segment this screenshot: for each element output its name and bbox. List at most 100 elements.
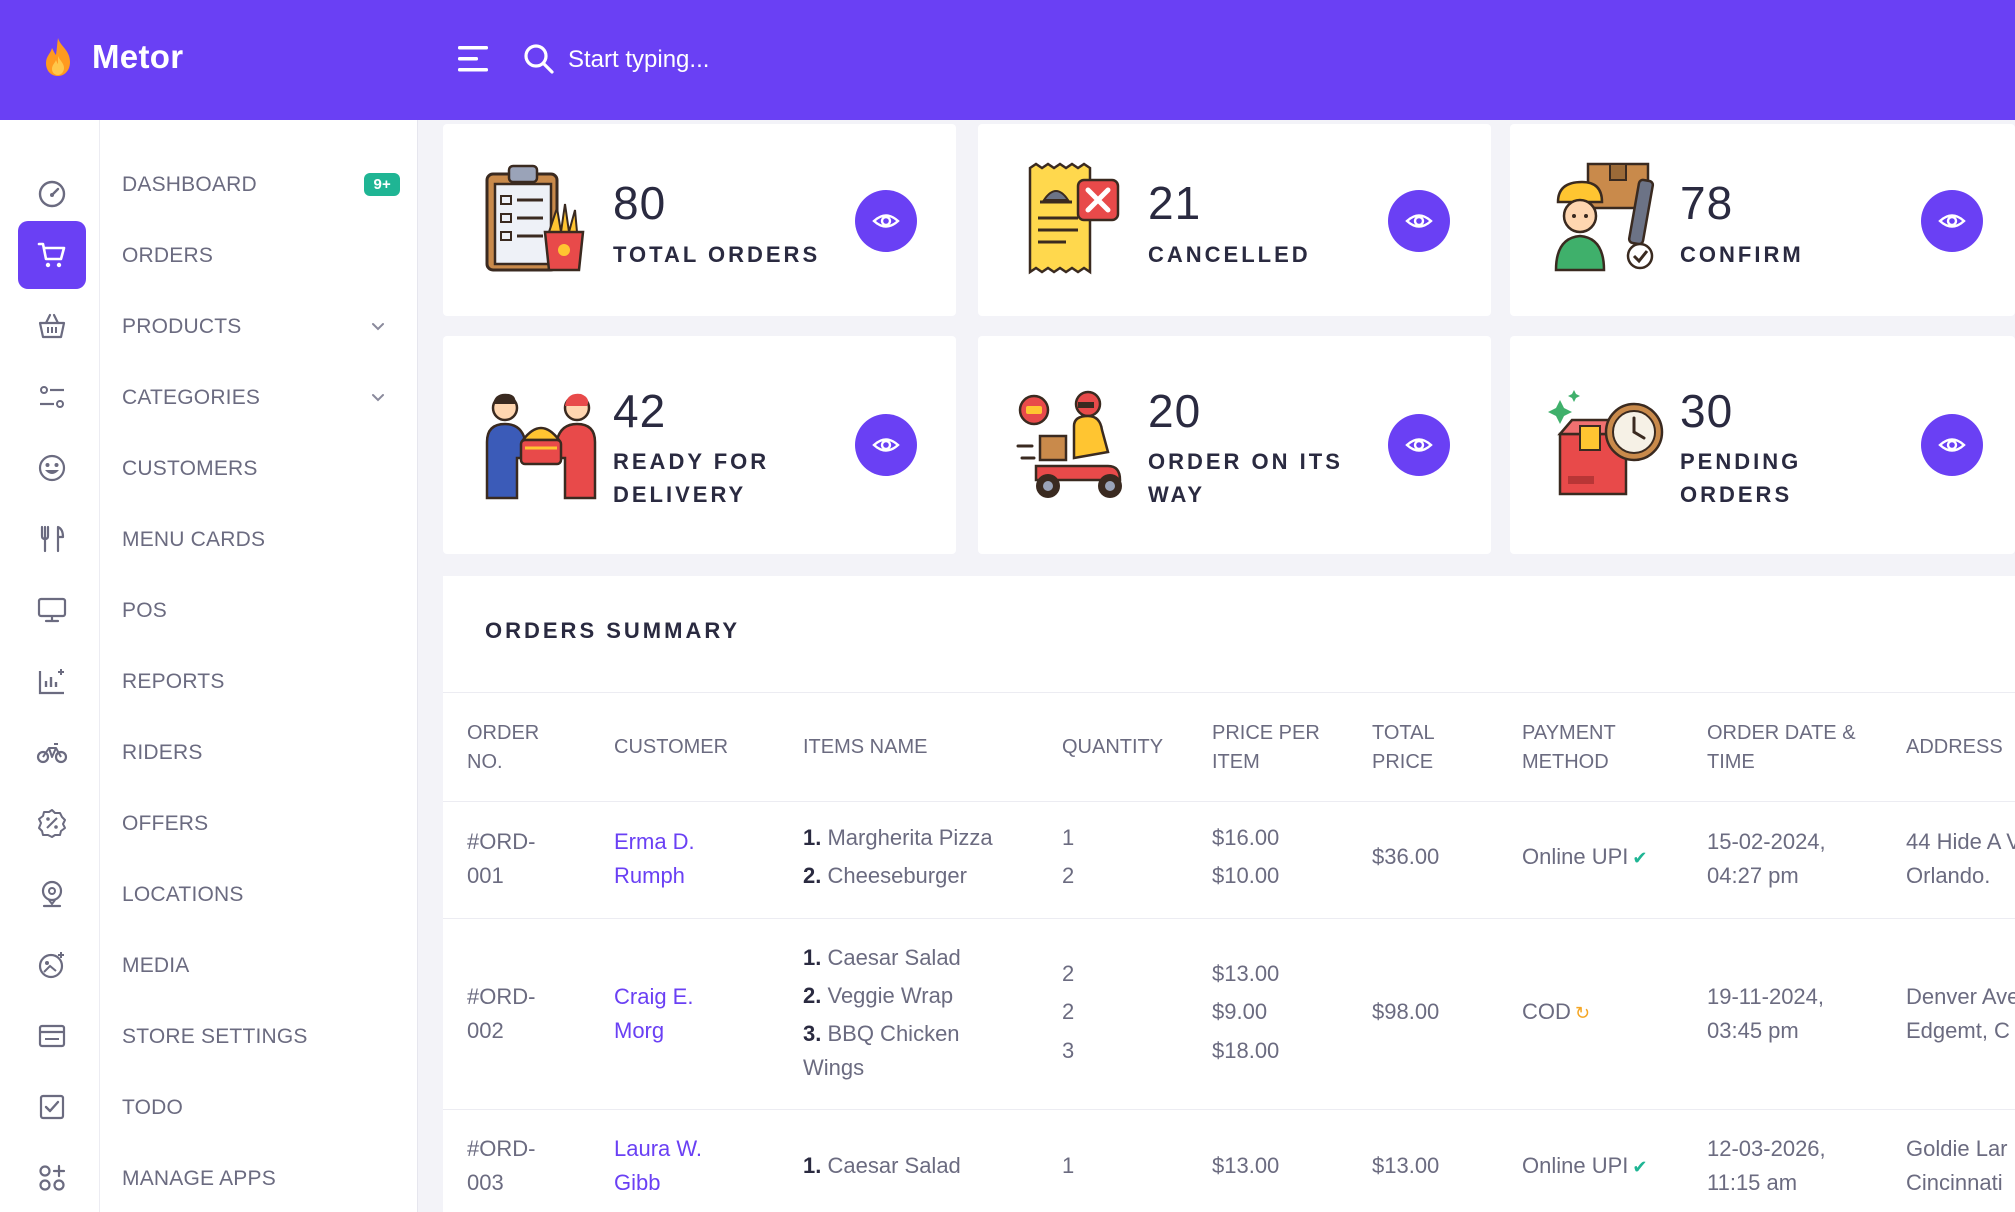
sidebar-item-locations[interactable]: LOCATIONS — [122, 875, 402, 915]
sidebar-item-customers[interactable]: CUSTOMERS — [122, 449, 402, 489]
sliders-icon[interactable] — [18, 363, 86, 431]
notification-badge: 9+ — [364, 173, 400, 196]
column-header-items-name[interactable]: ITEMS NAME — [803, 733, 927, 762]
box-clock-icon — [1548, 390, 1664, 496]
eye-icon — [1938, 214, 1966, 228]
sidebar-item-label: TODO — [122, 1096, 184, 1119]
sidebar-item-manage-apps[interactable]: MANAGE APPS — [122, 1159, 402, 1199]
stat-label: TOTAL ORDERS — [613, 242, 821, 267]
sidebar-item-pos[interactable]: POS — [122, 591, 402, 631]
hamburger-menu-icon[interactable] — [456, 42, 492, 76]
price: $9.00 — [1212, 999, 1268, 1024]
sidebar-item-store-settings[interactable]: STORE SETTINGS — [122, 1017, 402, 1057]
customer-link[interactable]: Erma D. Rumph — [614, 825, 724, 893]
order-time: 04:27 pm — [1707, 863, 1799, 888]
stat-label: CANCELLED — [1148, 242, 1311, 267]
sidebar-item-media[interactable]: MEDIA — [122, 946, 402, 986]
stat-value: 80 — [613, 177, 667, 229]
pin-icon[interactable] — [18, 860, 86, 928]
column-header-order-date-time[interactable]: ORDER DATE & TIME — [1707, 719, 1877, 777]
sidebar-item-todo[interactable]: TODO — [122, 1088, 402, 1128]
sidebar-item-offers[interactable]: OFFERS — [122, 804, 402, 844]
column-header-quantity[interactable]: QUANTITY — [1062, 733, 1163, 762]
sidebar-item-products[interactable]: PRODUCTS — [122, 307, 402, 347]
search-icon[interactable] — [522, 42, 556, 76]
store-icon[interactable] — [18, 1002, 86, 1070]
brand-name: Metor — [92, 38, 184, 75]
payment-label: Online UPI — [1522, 1153, 1629, 1178]
list-item: 2. Cheeseburger — [803, 863, 967, 888]
customer-link[interactable]: Craig E. Morg — [614, 980, 714, 1048]
view-button[interactable] — [1388, 414, 1450, 476]
order-no: #ORD-001 — [467, 829, 536, 888]
bike-icon[interactable] — [18, 718, 86, 786]
customer-link[interactable]: Laura W. Gibb — [614, 1132, 714, 1200]
monitor-icon[interactable] — [18, 576, 86, 644]
basket-icon[interactable] — [18, 292, 86, 360]
gauge-icon[interactable] — [18, 160, 86, 228]
fork-knife-icon[interactable] — [18, 505, 86, 573]
view-button[interactable] — [855, 190, 917, 252]
apps-icon[interactable] — [18, 1144, 86, 1212]
image-icon[interactable] — [18, 931, 86, 999]
stat-card-pending-orders: 30 PENDING ORDERS — [1510, 336, 2015, 554]
quantity: 2 — [1062, 961, 1075, 986]
sidebar-icon-rail — [0, 120, 100, 1212]
sidebar-item-reports[interactable]: REPORTS — [122, 662, 402, 702]
stat-value: 78 — [1680, 177, 1734, 229]
sidebar-item-dashboard[interactable]: DASHBOARD 9+ — [122, 165, 402, 205]
column-header-payment-method[interactable]: PAYMENT METHOD — [1522, 719, 1642, 777]
price: $16.00 — [1212, 825, 1280, 850]
price: $13.00 — [1212, 961, 1280, 986]
stat-label: PENDING ORDERS — [1680, 449, 1802, 507]
chevron-down-icon — [372, 394, 384, 402]
sidebar-item-menu-cards[interactable]: MENU CARDS — [122, 520, 402, 560]
stat-value: 21 — [1148, 177, 1202, 229]
total-price: $98.00 — [1372, 999, 1440, 1024]
search-input[interactable] — [568, 40, 1068, 80]
sidebar-item-label: MANAGE APPS — [122, 1167, 276, 1190]
chart-icon[interactable] — [18, 647, 86, 715]
list-item: 3. BBQ Chicken Wings — [803, 1021, 960, 1080]
address: Goldie Lar — [1906, 1136, 2008, 1161]
quantity: 2 — [1062, 863, 1075, 888]
item-name: Veggie Wrap — [827, 983, 954, 1008]
view-button[interactable] — [1921, 414, 1983, 476]
column-header-total-price[interactable]: TOTAL PRICE — [1372, 719, 1462, 777]
view-button[interactable] — [1921, 190, 1983, 252]
smile-icon[interactable] — [18, 434, 86, 502]
chevron-down-icon — [372, 323, 384, 331]
sidebar-item-label: PRODUCTS — [122, 315, 242, 338]
view-button[interactable] — [1388, 190, 1450, 252]
order-no: #ORD-003 — [467, 1136, 536, 1195]
column-header-customer[interactable]: CUSTOMER — [614, 733, 728, 762]
flame-logo-icon — [46, 38, 70, 76]
sidebar-item-orders[interactable]: ORDERS — [122, 236, 402, 276]
sidebar-item-riders[interactable]: RIDERS — [122, 733, 402, 773]
sidebar-item-label: RIDERS — [122, 741, 203, 764]
sidebar-item-label: STORE SETTINGS — [122, 1025, 308, 1048]
list-item: 1. Caesar Salad — [803, 945, 961, 970]
price: $13.00 — [1212, 1153, 1280, 1178]
checkbox-icon[interactable] — [18, 1073, 86, 1141]
column-header-address[interactable]: ADDRESS — [1906, 733, 2003, 762]
column-header-price-per-item[interactable]: PRICE PER ITEM — [1212, 719, 1332, 777]
brand[interactable]: Metor — [40, 36, 183, 78]
sidebar-item-categories[interactable]: CATEGORIES — [122, 378, 402, 418]
price: $18.00 — [1212, 1038, 1280, 1063]
address: Edgemt, C — [1906, 1018, 2010, 1043]
eye-icon — [872, 438, 900, 452]
sidebar-menu: DASHBOARD 9+ ORDERS PRODUCTS CATEGORIES … — [100, 120, 418, 1212]
view-button[interactable] — [855, 414, 917, 476]
refresh-icon: ↻ — [1574, 1003, 1590, 1023]
section-title: ORDERS SUMMARY — [485, 618, 741, 643]
quantity: 1 — [1062, 825, 1075, 850]
stat-label: CONFIRM — [1680, 242, 1804, 267]
divider — [443, 1109, 2015, 1110]
column-header-order-no[interactable]: ORDER NO. — [467, 719, 567, 777]
eye-icon — [1405, 438, 1433, 452]
quantity: 1 — [1062, 1153, 1075, 1178]
address: Cincinnati — [1906, 1170, 2003, 1195]
cart-icon[interactable] — [18, 221, 86, 289]
discount-icon[interactable] — [18, 789, 86, 857]
